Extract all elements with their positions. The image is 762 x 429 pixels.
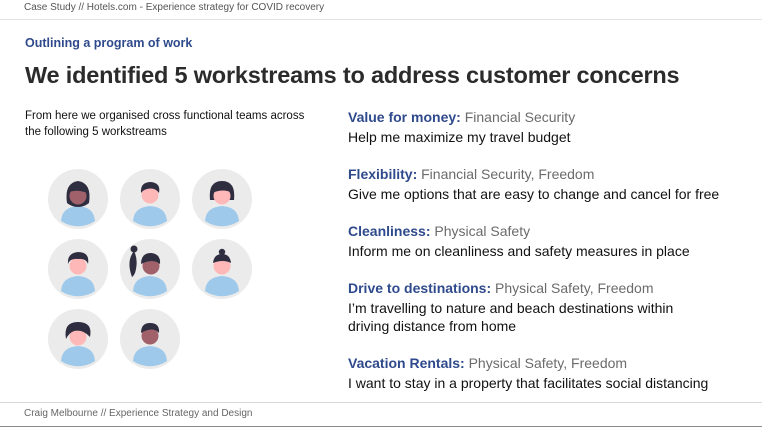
person-avatar-icon: [120, 169, 180, 229]
team-avatars: [48, 169, 258, 369]
workstream-description: Inform me on cleanliness and safety meas…: [348, 243, 690, 259]
person-avatar-icon: [192, 169, 252, 229]
workstream-name: Value for money:: [348, 109, 461, 125]
person-avatar-icon: [48, 169, 108, 229]
page-title: We identified 5 workstreams to address c…: [25, 62, 680, 88]
workstream-tags: Financial Security, Freedom: [421, 166, 595, 182]
person-avatar-icon: [192, 239, 252, 299]
workstream-name: Drive to destinations:: [348, 280, 492, 296]
section-label: Outlining a program of work: [25, 36, 193, 50]
workstream-name: Flexibility:: [348, 166, 418, 182]
footer-divider: [0, 426, 762, 427]
workstream-tags: Physical Safety, Freedom: [495, 280, 654, 296]
workstream-item: Drive to destinations: Physical Safety, …: [348, 279, 758, 335]
workstream-description: I want to stay in a property that facili…: [348, 375, 709, 391]
workstream-tags: Financial Security: [464, 109, 576, 125]
person-avatar-icon: [120, 309, 180, 369]
workstream-name: Cleanliness:: [348, 223, 431, 239]
workstream-description: I’m travelling to nature and beach desti…: [348, 300, 674, 334]
footer: Craig Melbourne // Experience Strategy a…: [0, 402, 762, 429]
intro-text: From here we organised cross functional …: [25, 110, 305, 138]
workstream-item: Flexibility: Financial Security, Freedom…: [348, 165, 758, 203]
person-avatar-icon: [48, 239, 108, 299]
workstream-tags: Physical Safety, Freedom: [468, 355, 628, 371]
workstream-name: Vacation Rentals:: [348, 355, 465, 371]
person-avatar-icon: [120, 239, 180, 299]
workstream-description: Help me maximize my travel budget: [348, 129, 571, 145]
workstream-item: Vacation Rentals: Physical Safety, Freed…: [348, 354, 758, 392]
top-bar: Case Study // Hotels.com - Experience st…: [0, 0, 762, 20]
workstream-item: Value for money: Financial Security Help…: [348, 108, 758, 146]
workstream-tags: Physical Safety: [434, 223, 531, 239]
workstream-description: Give me options that are easy to change …: [348, 186, 720, 202]
breadcrumb: Case Study // Hotels.com - Experience st…: [24, 2, 325, 13]
footer-credit: Craig Melbourne // Experience Strategy a…: [24, 408, 253, 419]
workstream-item: Cleanliness: Physical Safety Inform me o…: [348, 222, 758, 260]
person-avatar-icon: [48, 309, 108, 369]
